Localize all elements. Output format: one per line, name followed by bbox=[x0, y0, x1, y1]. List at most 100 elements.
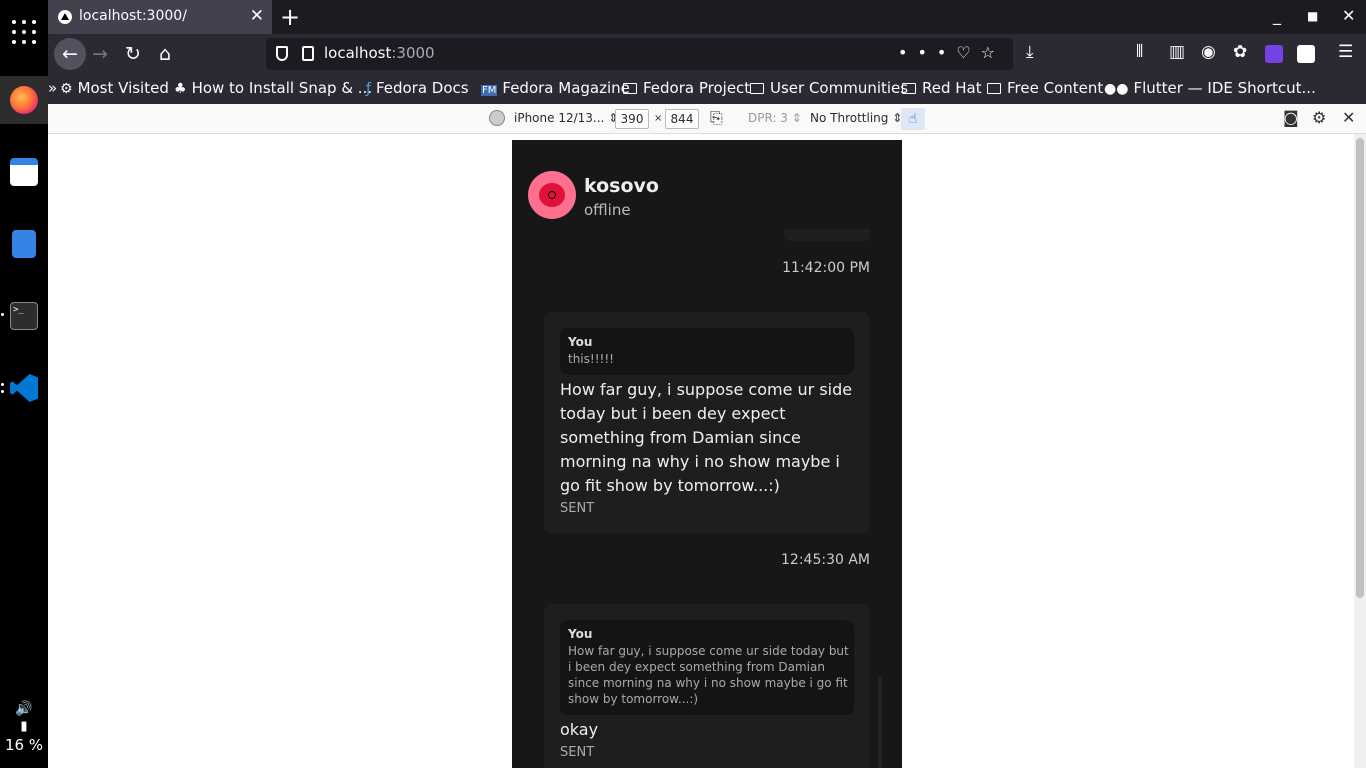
nextjs-favicon-icon bbox=[58, 10, 72, 24]
sidebar-icon[interactable]: ▥ bbox=[1169, 42, 1185, 62]
vscode-icon[interactable] bbox=[10, 374, 38, 402]
message-text: okay bbox=[560, 720, 599, 739]
tab-close-icon[interactable]: ✕ bbox=[250, 6, 264, 26]
bookmark-flutter-shortcuts[interactable]: ●● Flutter — IDE Shortcut... bbox=[1104, 79, 1316, 97]
page-actions-icon[interactable]: ••• bbox=[898, 43, 956, 62]
chat-app: kosovo offline 11:42:00 PM You this!!!!!… bbox=[512, 140, 902, 768]
dropdown-icon: ⇕ bbox=[791, 111, 802, 125]
maximize-icon[interactable]: ■ bbox=[1307, 9, 1318, 23]
calendar-icon[interactable] bbox=[10, 158, 38, 186]
device-label: iPhone 12/13... bbox=[514, 111, 605, 125]
url-bar[interactable]: localhost:3000 •••♡☆ bbox=[266, 38, 1013, 70]
back-icon[interactable]: ← bbox=[54, 38, 86, 70]
account-icon[interactable]: ◉ bbox=[1201, 42, 1216, 62]
bookmark-label: Flutter — IDE Shortcut... bbox=[1133, 79, 1316, 97]
bookmarks-bar: ⚙ Most Visited ♣ How to Install Snap & ...… bbox=[48, 74, 1366, 104]
quote-text: How far guy, i suppose come ur side toda… bbox=[568, 644, 849, 706]
pocket-icon[interactable]: ♡ bbox=[956, 43, 980, 62]
app-grid-icon[interactable] bbox=[12, 20, 36, 44]
bookmark-fedora-magazine[interactable]: FM Fedora Magazine bbox=[481, 79, 630, 97]
message-status: SENT bbox=[560, 745, 595, 760]
bookmark-label: Free Content bbox=[1007, 79, 1104, 97]
folder-icon bbox=[750, 83, 764, 94]
minimize-icon[interactable]: _ bbox=[1273, 6, 1281, 25]
extension-purple-icon[interactable] bbox=[1265, 45, 1283, 63]
system-status[interactable]: 🔊 ▮ 16 % bbox=[0, 701, 48, 754]
os-dock: >_ 🔊 ▮ 16 % bbox=[0, 0, 48, 768]
battery-icon: ▮ bbox=[20, 719, 28, 734]
bookmark-red-hat[interactable]: Red Hat bbox=[902, 79, 982, 97]
bookmark-label: Red Hat bbox=[922, 79, 982, 97]
folder-icon bbox=[987, 83, 1001, 94]
chat-scrollbar[interactable] bbox=[878, 676, 882, 768]
downloads-icon[interactable]: ⤓ bbox=[1026, 42, 1034, 62]
message-timestamp: 12:45:30 AM bbox=[781, 552, 870, 568]
message-bubble[interactable]: You this!!!!! How far guy, i suppose com… bbox=[544, 312, 870, 534]
tracking-protection-icon[interactable] bbox=[276, 46, 288, 61]
volume-icon: 🔊 bbox=[15, 701, 33, 717]
screenshot-icon[interactable]: ◙ bbox=[1283, 108, 1299, 127]
extension-dark-icon[interactable] bbox=[1297, 45, 1315, 63]
folder-icon bbox=[902, 83, 916, 94]
quote-author: You bbox=[568, 335, 593, 349]
scrollbar-thumb[interactable] bbox=[1356, 138, 1364, 598]
no-device-icon bbox=[489, 110, 505, 126]
url-host: localhost bbox=[324, 44, 392, 62]
responsive-design-toolbar: iPhone 12/13... ⇕ 390 × 844 ⎘ DPR: 3 ⇕ N… bbox=[48, 104, 1366, 134]
vinyl-icon bbox=[539, 183, 565, 207]
contact-status: offline bbox=[584, 201, 631, 219]
chat-header: kosovo offline bbox=[512, 140, 902, 230]
page-scrollbar[interactable] bbox=[1354, 134, 1366, 768]
bookmark-label: Most Visited bbox=[77, 79, 169, 97]
viewport-width-input[interactable]: 390 bbox=[615, 109, 649, 129]
quoted-reply[interactable]: You How far guy, i suppose come ur side … bbox=[560, 620, 854, 715]
library-icon[interactable]: ⫴ bbox=[1136, 42, 1143, 62]
bookmark-install-snap[interactable]: ♣ How to Install Snap & ... bbox=[174, 79, 372, 97]
tab-bar: localhost:3000/ ✕ + _ ■ ✕ bbox=[48, 0, 1366, 34]
contact-avatar[interactable] bbox=[528, 171, 576, 219]
new-tab-icon[interactable]: + bbox=[280, 3, 300, 31]
bookmark-free-content[interactable]: Free Content bbox=[987, 79, 1103, 97]
running-indicator bbox=[1, 383, 4, 386]
close-rdm-icon[interactable]: ✕ bbox=[1342, 108, 1355, 127]
folder-icon bbox=[623, 83, 637, 94]
page-info-icon[interactable] bbox=[302, 46, 314, 61]
message-timestamp: 11:42:00 PM bbox=[782, 260, 870, 276]
forward-icon[interactable]: → bbox=[88, 42, 112, 66]
url-port: :3000 bbox=[391, 44, 435, 62]
text-editor-icon[interactable] bbox=[12, 230, 36, 258]
terminal-icon[interactable]: >_ bbox=[10, 302, 38, 330]
firefox-icon[interactable] bbox=[10, 86, 38, 114]
bookmark-label: Fedora Docs bbox=[375, 79, 469, 97]
reload-icon[interactable]: ↻ bbox=[121, 42, 145, 66]
tab-localhost[interactable]: localhost:3000/ ✕ bbox=[48, 0, 272, 34]
message-bubble[interactable]: You How far guy, i suppose come ur side … bbox=[544, 604, 870, 768]
previous-message-edge bbox=[784, 229, 870, 241]
bookmark-user-communities[interactable]: User Communities bbox=[750, 79, 908, 97]
extension-gnome-icon[interactable]: ✿ bbox=[1233, 42, 1247, 62]
bookmark-fedora-project[interactable]: Fedora Project bbox=[623, 79, 750, 97]
quoted-reply[interactable]: You this!!!!! bbox=[560, 328, 854, 375]
nav-bar: ← → ↻ ⌂ localhost:3000 •••♡☆ ⤓ ⫴ ▥ ◉ ✿ ☰ bbox=[48, 34, 1366, 74]
message-text: How far guy, i suppose come ur side toda… bbox=[560, 380, 853, 495]
bookmarks-overflow-icon[interactable]: » bbox=[48, 79, 57, 97]
fedora-icon: ƒ bbox=[366, 81, 371, 97]
rotate-icon[interactable]: ⎘ bbox=[710, 108, 723, 128]
bookmark-fedora-docs[interactable]: ƒ Fedora Docs bbox=[366, 79, 469, 97]
home-icon[interactable]: ⌂ bbox=[153, 42, 177, 66]
url-text[interactable]: localhost:3000 bbox=[324, 44, 435, 62]
throttling-selector[interactable]: No Throttling ⇕ bbox=[810, 111, 902, 125]
running-indicator bbox=[1, 390, 4, 393]
touch-simulation-icon[interactable]: ☝ bbox=[901, 108, 925, 130]
device-selector[interactable]: iPhone 12/13... ⇕ bbox=[514, 111, 618, 125]
window-close-icon[interactable]: ✕ bbox=[1342, 6, 1355, 25]
bookmark-star-icon[interactable]: ☆ bbox=[981, 43, 1005, 62]
dpr-selector[interactable]: DPR: 3 ⇕ bbox=[748, 111, 802, 125]
menu-icon[interactable]: ☰ bbox=[1338, 42, 1353, 62]
settings-icon[interactable]: ⚙ bbox=[1312, 108, 1326, 127]
battery-percent: 16 % bbox=[4, 736, 44, 754]
quote-author: You bbox=[568, 627, 593, 641]
viewport-height-input[interactable]: 844 bbox=[665, 109, 699, 129]
dpr-label: DPR: 3 bbox=[748, 111, 788, 125]
bookmark-most-visited[interactable]: ⚙ Most Visited bbox=[60, 79, 169, 97]
